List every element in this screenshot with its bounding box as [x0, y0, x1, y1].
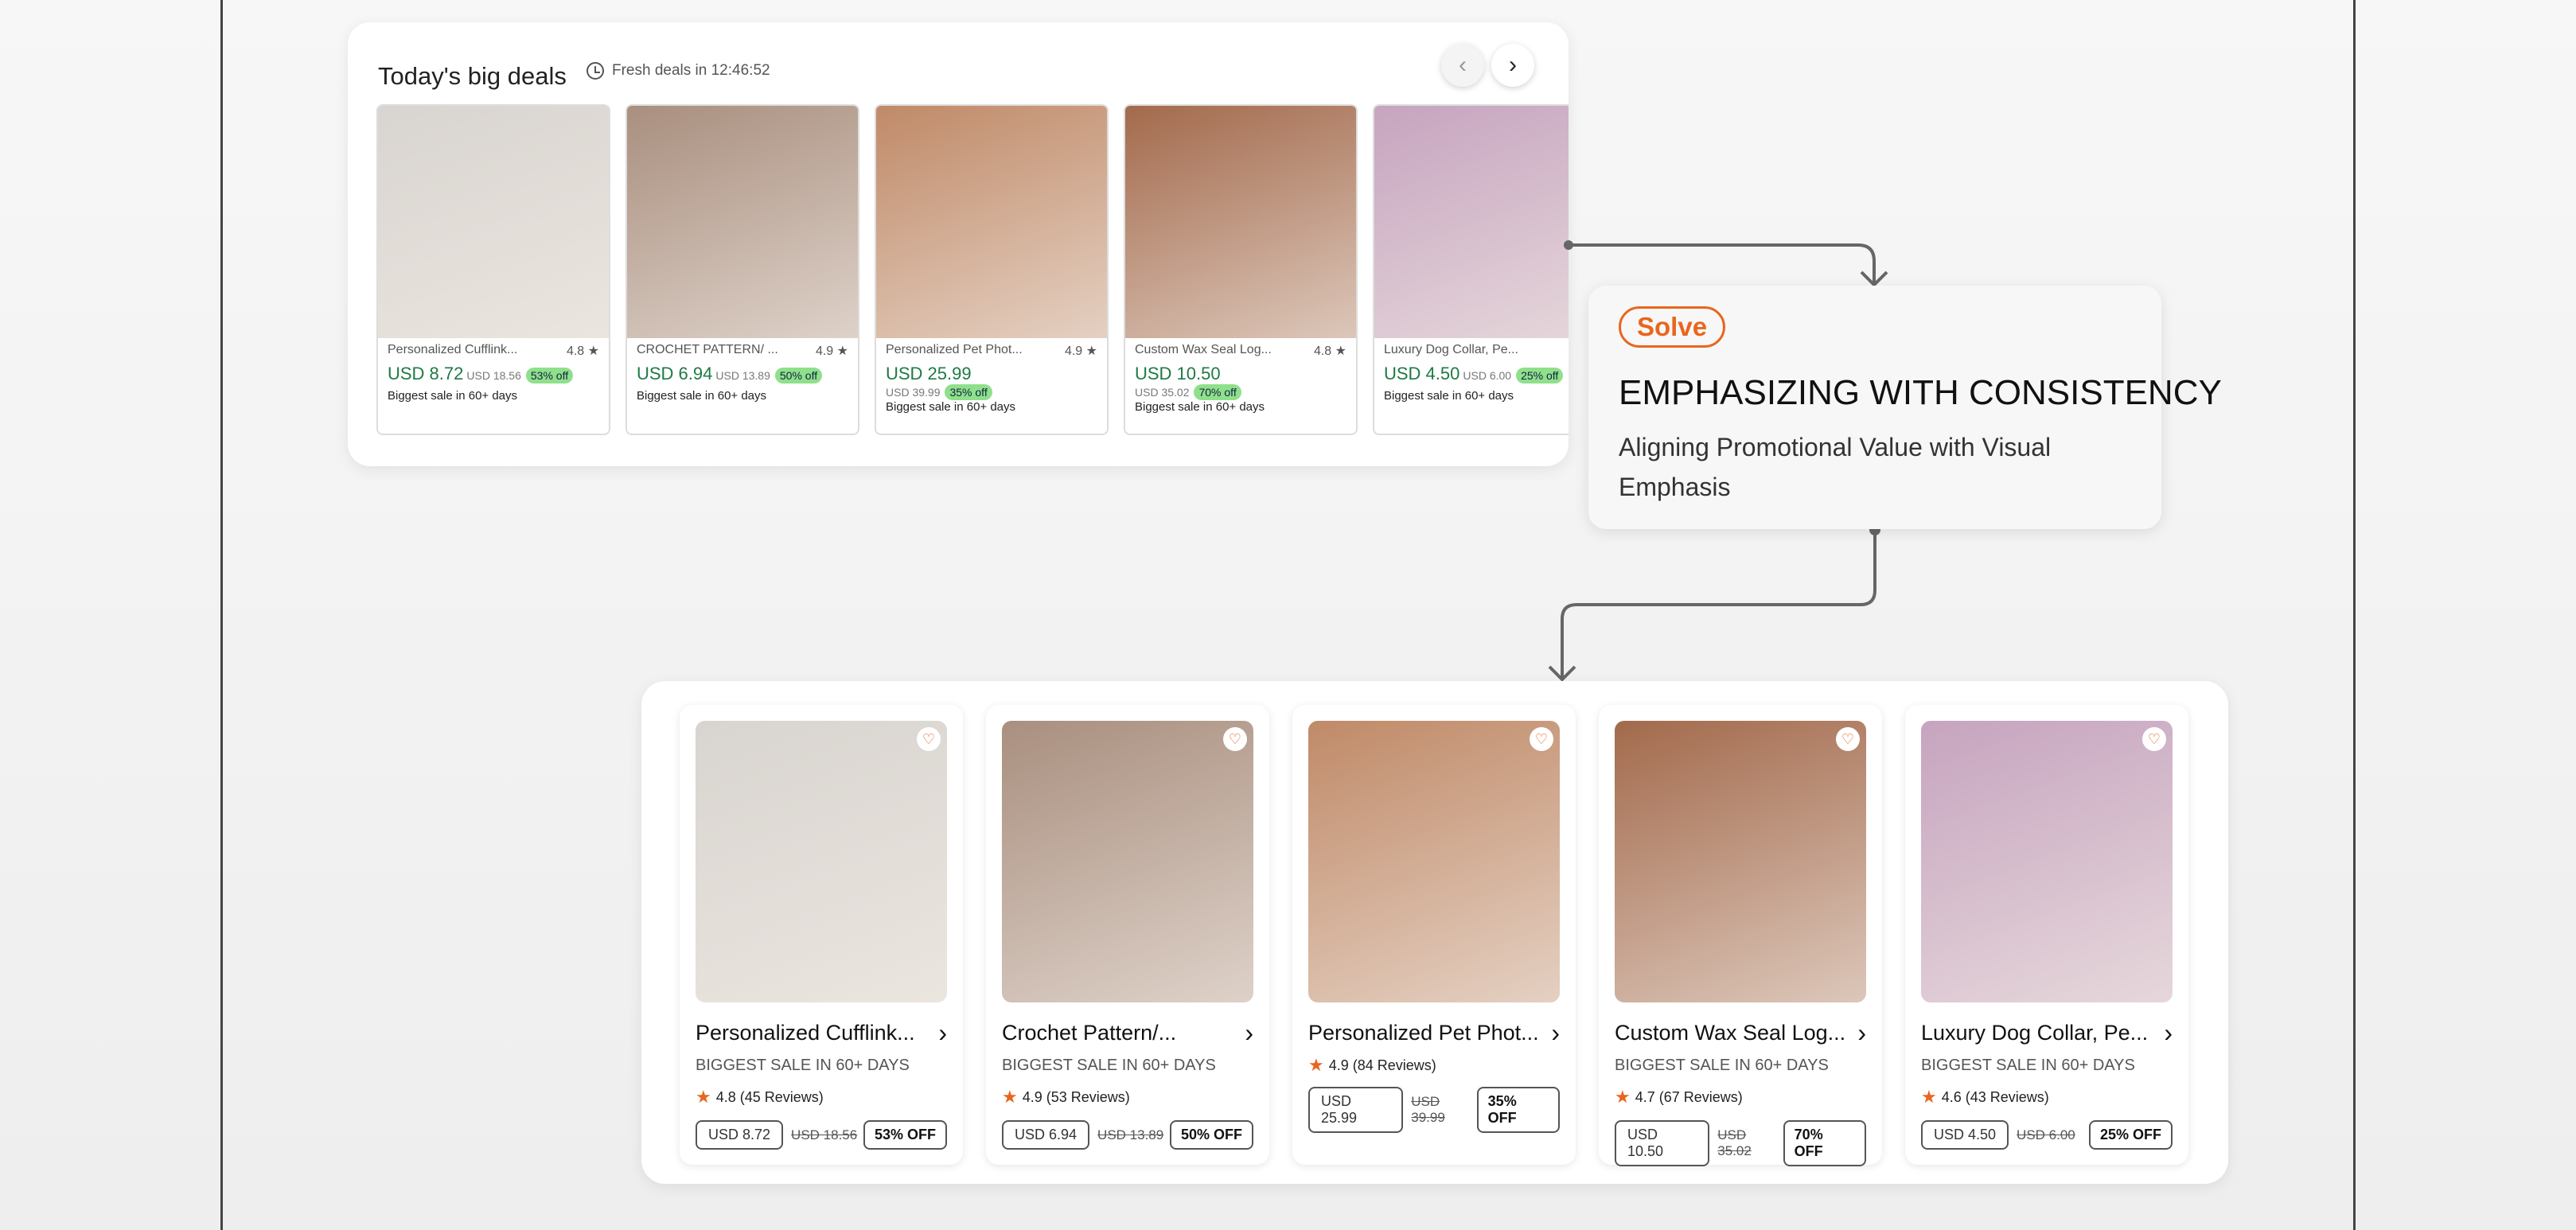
product-card[interactable]: ♡ Crochet Pattern/... › BIGGEST SALE IN …: [986, 705, 1269, 1165]
product-image: [1615, 721, 1866, 1002]
product-image: [696, 721, 947, 1002]
sale-price: USD 10.50: [1615, 1120, 1710, 1166]
sale-label: BIGGEST SALE IN 60+ DAYS: [696, 1057, 910, 1074]
solve-card: Solve EMPHASIZING WITH CONSISTENCY Align…: [1588, 286, 2222, 529]
chevron-right-icon[interactable]: ›: [2164, 1018, 2173, 1048]
star-icon: ★: [1002, 1087, 1018, 1107]
product-card[interactable]: ♡ Luxury Dog Collar, Pe... › BIGGEST SAL…: [1905, 705, 2188, 1165]
original-price: USD 39.99: [1411, 1094, 1445, 1125]
product-title: Crochet Pattern/...: [1002, 1021, 1177, 1045]
original-price: USD 18.56: [791, 1127, 858, 1142]
sale-label: BIGGEST SALE IN 60+ DAYS: [1921, 1057, 2135, 1074]
sale-label: BIGGEST SALE IN 60+ DAYS: [1615, 1057, 1829, 1074]
sale-label: BIGGEST SALE IN 60+ DAYS: [1002, 1057, 1216, 1074]
original-price: USD 6.00: [2017, 1127, 2075, 1142]
star-icon: ★: [1921, 1087, 1937, 1107]
original-price: USD 35.02: [1717, 1127, 1752, 1158]
product-title: Personalized Pet Phot...: [1308, 1021, 1539, 1045]
chevron-right-icon[interactable]: ›: [938, 1018, 947, 1048]
discount-badge: 53% OFF: [863, 1120, 947, 1150]
product-title: Personalized Cufflink...: [696, 1021, 915, 1045]
discount-badge: 25% OFF: [2088, 1120, 2173, 1150]
product-image: [1921, 721, 2173, 1002]
sale-price: USD 8.72: [696, 1120, 784, 1150]
product-image: [1002, 721, 1253, 1002]
chevron-right-icon[interactable]: ›: [1857, 1018, 1866, 1048]
connector-dot-top: [1564, 240, 1573, 250]
star-icon: ★: [1615, 1087, 1631, 1107]
connector-top: [1569, 243, 1876, 282]
solve-heading: EMPHASIZING WITH CONSISTENCY: [1619, 373, 2222, 412]
discount-badge: 35% OFF: [1476, 1087, 1560, 1133]
solve-badge: Solve: [1619, 306, 1726, 348]
sale-price: USD 6.94: [1002, 1120, 1090, 1150]
product-rating: ★ 4.9 (53 Reviews): [1002, 1087, 1130, 1107]
sale-price: USD 4.50: [1921, 1120, 2009, 1150]
solve-subtitle: Aligning Promotional Value with Visual E…: [1619, 433, 2052, 501]
connector-bottom: [1561, 530, 1876, 678]
discount-badge: 50% OFF: [1169, 1120, 1253, 1150]
product-card[interactable]: ♡ Personalized Pet Phot... › ★ 4.9 (84 Re…: [1292, 705, 1576, 1165]
product-image: [1308, 721, 1560, 1002]
chevron-right-icon[interactable]: ›: [1245, 1018, 1253, 1048]
product-title: Luxury Dog Collar, Pe...: [1921, 1021, 2149, 1045]
product-rating: ★ 4.8 (45 Reviews): [696, 1087, 824, 1107]
favorite-heart-icon[interactable]: ♡: [917, 727, 941, 751]
product-rating: ★ 4.7 (67 Reviews): [1615, 1087, 1743, 1107]
star-icon: ★: [696, 1087, 711, 1107]
chevron-right-icon[interactable]: ›: [1551, 1018, 1560, 1048]
star-icon: ★: [1308, 1055, 1324, 1075]
product-rating: ★ 4.6 (43 Reviews): [1921, 1087, 2049, 1107]
discount-badge: 70% OFF: [1783, 1120, 1866, 1166]
favorite-heart-icon[interactable]: ♡: [1223, 727, 1247, 751]
product-title: Custom Wax Seal Log...: [1615, 1021, 1846, 1045]
favorite-heart-icon[interactable]: ♡: [2142, 727, 2166, 751]
favorite-heart-icon[interactable]: ♡: [1530, 727, 1553, 751]
product-rating: ★ 4.9 (84 Reviews): [1308, 1055, 1436, 1075]
sale-price: USD 25.99: [1308, 1087, 1404, 1133]
product-card[interactable]: ♡ Personalized Cufflink... › BIGGEST SAL…: [680, 705, 963, 1165]
product-card[interactable]: ♡ Custom Wax Seal Log... › BIGGEST SALE …: [1599, 705, 1882, 1166]
favorite-heart-icon[interactable]: ♡: [1836, 727, 1860, 751]
redesigned-deals-panel: ♡ Personalized Cufflink... › BIGGEST SAL…: [641, 681, 2228, 1184]
original-price: USD 13.89: [1097, 1127, 1164, 1142]
